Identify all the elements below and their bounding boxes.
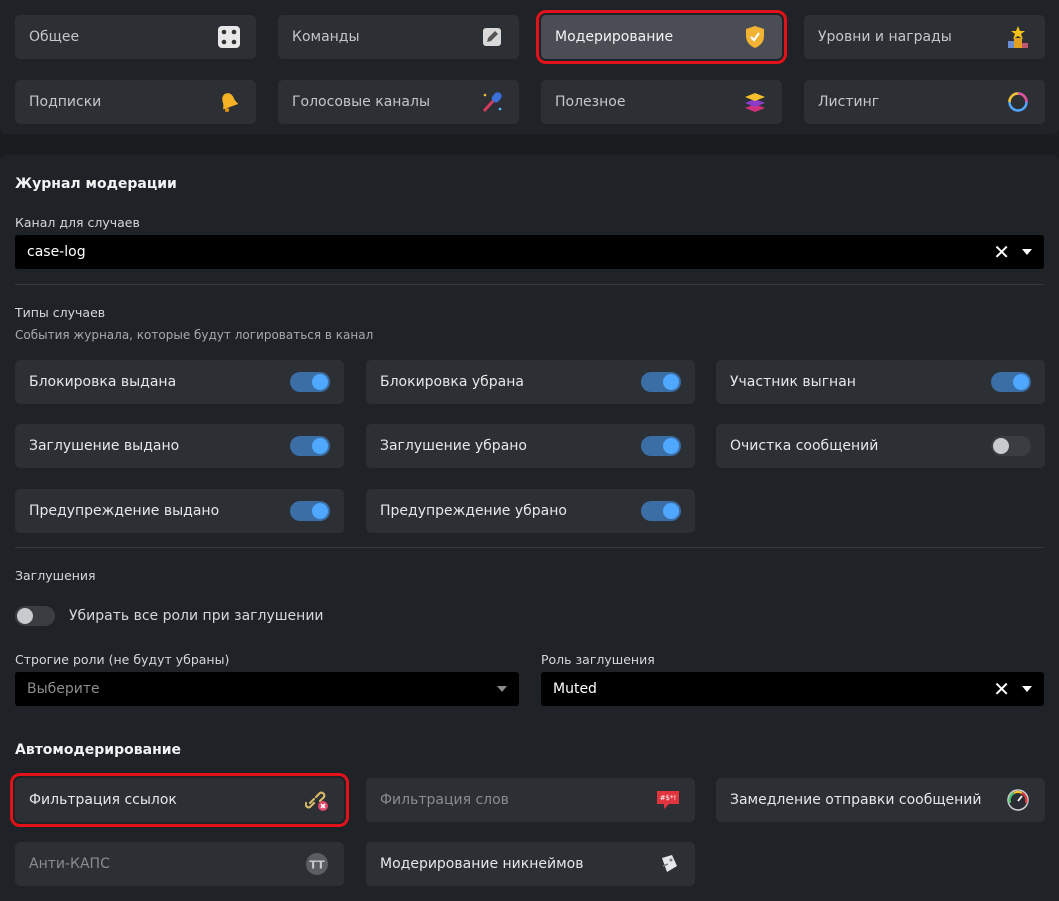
nav-subscriptions[interactable]: Подписки — [15, 80, 256, 124]
name-tag-icon — [655, 851, 681, 877]
toggle-switch[interactable] — [641, 372, 681, 392]
case-type-member-kicked[interactable]: Участник выгнан — [716, 360, 1045, 404]
divider — [15, 284, 1044, 285]
mute-role-label: Роль заглушения — [541, 652, 655, 667]
toggle-switch[interactable] — [991, 372, 1031, 392]
remove-roles-setting[interactable]: Убирать все роли при заглушении — [15, 606, 324, 626]
toggle-switch[interactable] — [290, 501, 330, 521]
nav-general-label: Общее — [29, 29, 80, 45]
trophy-podium-icon — [1005, 24, 1031, 50]
nav-general[interactable]: Общее — [15, 15, 256, 59]
nav-subscriptions-label: Подписки — [29, 94, 102, 110]
tt-caps-icon: TT — [304, 851, 330, 877]
automod-anti-caps[interactable]: Анти-КАПС TT — [15, 842, 344, 886]
toggle-switch[interactable] — [641, 501, 681, 521]
clear-icon[interactable]: ✕ — [993, 679, 1010, 699]
case-type-label: Заглушение убрано — [380, 438, 527, 454]
shield-icon — [742, 24, 768, 50]
microphone-icon — [479, 89, 505, 115]
censored-speech-icon: #$*! — [655, 787, 681, 813]
case-type-warn-removed[interactable]: Предупреждение убрано — [366, 489, 695, 533]
remove-roles-toggle[interactable] — [15, 606, 55, 626]
nav-useful-label: Полезное — [555, 94, 626, 110]
mute-role-value: Muted — [553, 681, 597, 697]
stack-icon — [742, 89, 768, 115]
nav-moderation[interactable]: Модерирование — [536, 10, 787, 64]
automod-link-filter[interactable]: Фильтрация ссылок — [10, 773, 349, 827]
case-type-ban-added[interactable]: Блокировка выдана — [15, 360, 344, 404]
chevron-down-icon[interactable] — [1022, 249, 1032, 255]
case-channel-label: Канал для случаев — [15, 215, 140, 230]
strict-roles-label: Строгие роли (не будут убраны) — [15, 652, 230, 667]
nav-levels[interactable]: Уровни и награды — [804, 15, 1045, 59]
case-type-label: Заглушение выдано — [29, 438, 180, 454]
toggle-switch[interactable] — [641, 436, 681, 456]
chevron-down-icon[interactable] — [1022, 686, 1032, 692]
automod-item-label: Модерирование никнеймов — [380, 856, 584, 872]
automod-item-label: Замедление отправки сообщений — [730, 792, 982, 808]
dice-icon — [216, 24, 242, 50]
automod-item-label: Фильтрация ссылок — [29, 792, 177, 808]
case-type-mute-added[interactable]: Заглушение выдано — [15, 424, 344, 468]
toggle-switch[interactable] — [991, 436, 1031, 456]
case-type-label: Предупреждение убрано — [380, 503, 567, 519]
nav-listing[interactable]: Листинг — [804, 80, 1045, 124]
divider — [15, 547, 1044, 548]
mutes-title: Заглушения — [15, 568, 96, 583]
case-type-label: Участник выгнан — [730, 374, 856, 390]
edit-icon — [479, 24, 505, 50]
nav-commands-label: Команды — [292, 29, 360, 45]
automod-nickname-moderation[interactable]: Модерирование никнеймов — [366, 842, 695, 886]
mute-role-select[interactable]: Muted ✕ — [541, 672, 1044, 706]
nav-commands[interactable]: Команды — [278, 15, 519, 59]
nav-listing-label: Листинг — [818, 94, 880, 110]
case-type-label: Блокировка убрана — [380, 374, 524, 390]
case-type-label: Предупреждение выдано — [29, 503, 220, 519]
nav-voice-label: Голосовые каналы — [292, 94, 431, 110]
automod-slowmode[interactable]: Замедление отправки сообщений — [716, 778, 1045, 822]
chevron-down-icon[interactable] — [497, 686, 507, 692]
speedometer-icon — [1005, 787, 1031, 813]
svg-text:TT: TT — [309, 859, 325, 872]
automod-item-label: Анти-КАПС — [29, 856, 110, 872]
moderation-panel: Журнал модерации Канал для случаев case-… — [0, 155, 1059, 901]
clear-icon[interactable]: ✕ — [993, 242, 1010, 262]
case-types-title: Типы случаев — [15, 305, 106, 320]
case-type-label: Блокировка выдана — [29, 374, 177, 390]
case-type-mute-removed[interactable]: Заглушение убрано — [366, 424, 695, 468]
case-type-purge[interactable]: Очистка сообщений — [716, 424, 1045, 468]
automod-item-label: Фильтрация слов — [380, 792, 509, 808]
bell-icon — [216, 89, 242, 115]
automod-title: Автомодерирование — [15, 742, 182, 758]
nav-voice[interactable]: Голосовые каналы — [278, 80, 519, 124]
ring-icon — [1005, 89, 1031, 115]
case-channel-select[interactable]: case-log ✕ — [15, 235, 1044, 269]
modlog-title: Журнал модерации — [15, 176, 177, 192]
strict-roles-select[interactable]: Выберите — [15, 672, 519, 706]
case-type-ban-removed[interactable]: Блокировка убрана — [366, 360, 695, 404]
nav-moderation-label: Модерирование — [555, 29, 674, 45]
case-type-label: Очистка сообщений — [730, 438, 879, 454]
nav-levels-label: Уровни и награды — [818, 29, 952, 45]
nav-useful[interactable]: Полезное — [541, 80, 782, 124]
remove-roles-label: Убирать все роли при заглушении — [69, 608, 324, 624]
case-type-warn-added[interactable]: Предупреждение выдано — [15, 489, 344, 533]
svg-text:#$*!: #$*! — [660, 794, 677, 802]
toggle-switch[interactable] — [290, 372, 330, 392]
toggle-switch[interactable] — [290, 436, 330, 456]
broken-link-icon — [304, 787, 330, 813]
automod-word-filter[interactable]: Фильтрация слов #$*! — [366, 778, 695, 822]
strict-roles-placeholder: Выберите — [27, 681, 100, 697]
case-channel-value: case-log — [27, 244, 86, 260]
section-nav: Общее Команды Модерирование Уровни и наг… — [0, 0, 1059, 134]
case-types-description: События журнала, которые будут логироват… — [15, 328, 374, 342]
